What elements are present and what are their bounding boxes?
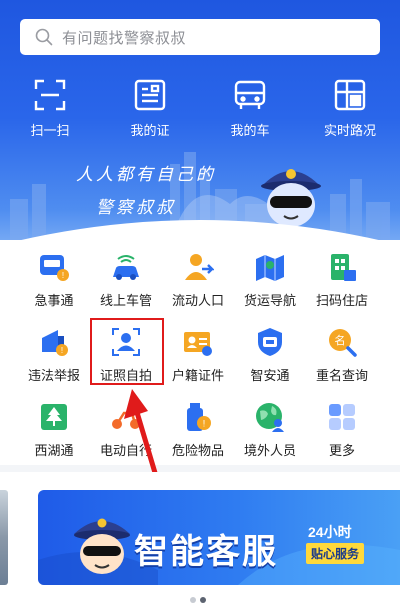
banner-tag: 贴心服务	[306, 543, 365, 564]
service-violation-report[interactable]: ! 违法举报	[18, 326, 90, 384]
service-label: 户籍证件	[171, 368, 224, 383]
traffic-map-icon	[334, 79, 366, 111]
svg-text:名: 名	[335, 333, 346, 347]
quick-action-label: 实时路况	[323, 123, 376, 138]
service-label: 扫码住店	[315, 293, 368, 308]
scan-icon	[34, 79, 66, 111]
household-card-icon	[184, 332, 212, 356]
service-foreigners[interactable]: 境外人员	[234, 401, 306, 459]
quick-actions: 扫一扫 我的证 我的车 实时路况	[0, 78, 400, 139]
service-label: 线上车管	[99, 293, 152, 308]
smart-security-icon	[258, 328, 282, 356]
service-label: 西湖通	[34, 443, 74, 458]
carousel-dot[interactable]	[190, 597, 196, 603]
highlight-box	[90, 318, 164, 385]
service-label: 流动人口	[171, 293, 224, 308]
service-name-search[interactable]: 名 重名查询	[306, 326, 378, 384]
carousel-dot-active[interactable]	[200, 597, 206, 603]
service-online-car[interactable]: 线上车管	[90, 251, 162, 309]
service-label: 更多	[328, 443, 355, 458]
slogan-line1: 人人都有自己的	[76, 165, 216, 185]
service-freight-nav[interactable]: 货运导航	[234, 251, 306, 309]
report-icon: !	[42, 330, 68, 356]
quick-action-label: 扫一扫	[30, 123, 70, 138]
more-grid-icon	[329, 404, 355, 430]
search-bar[interactable]: 有问题找警察叔叔	[20, 19, 380, 55]
service-smart-security[interactable]: 智安通	[234, 326, 306, 384]
quick-action-label: 我的车	[230, 123, 270, 138]
quick-action-my-id[interactable]: 我的证	[100, 78, 200, 139]
quick-action-my-car[interactable]: 我的车	[200, 78, 300, 139]
service-west-lake[interactable]: 西湖通	[18, 401, 90, 459]
foreigner-icon	[256, 403, 284, 432]
banner-police-mascot-image	[74, 518, 130, 574]
svg-text:!: !	[61, 346, 63, 355]
name-search-icon: 名	[329, 329, 357, 357]
prev-banner-peek[interactable]	[0, 490, 8, 585]
person-move-icon	[185, 254, 214, 280]
service-floating-pop[interactable]: 流动人口	[162, 251, 234, 309]
hotel-scan-icon	[331, 254, 356, 281]
service-label: 智安通	[250, 368, 290, 383]
search-icon	[35, 28, 53, 46]
service-urgent[interactable]: ! 急事通	[18, 251, 90, 309]
banner-title: 智能客服	[134, 532, 278, 572]
online-car-icon	[113, 255, 139, 280]
service-label: 境外人员	[243, 443, 296, 458]
banner-hours: 24小时	[308, 524, 352, 540]
service-label: 重名查询	[315, 368, 368, 383]
svg-text:!: !	[203, 419, 206, 429]
freight-map-icon	[256, 255, 284, 281]
quick-action-traffic[interactable]: 实时路况	[300, 78, 400, 139]
id-card-icon	[134, 79, 166, 111]
service-more[interactable]: 更多	[306, 401, 378, 459]
service-label: 急事通	[34, 293, 74, 308]
west-lake-icon	[41, 404, 67, 430]
quick-action-scan[interactable]: 扫一扫	[0, 78, 100, 139]
carousel-indicator	[190, 597, 206, 603]
service-household[interactable]: 户籍证件	[162, 326, 234, 384]
svg-text:!: !	[62, 271, 64, 280]
service-label: 货运导航	[243, 293, 296, 308]
service-hotel-scan[interactable]: 扫码住店	[306, 251, 378, 309]
urgent-car-icon: !	[40, 255, 69, 281]
service-label: 违法举报	[27, 368, 80, 383]
car-front-icon	[234, 80, 266, 109]
quick-action-label: 我的证	[130, 123, 170, 138]
search-placeholder: 有问题找警察叔叔	[62, 29, 187, 47]
